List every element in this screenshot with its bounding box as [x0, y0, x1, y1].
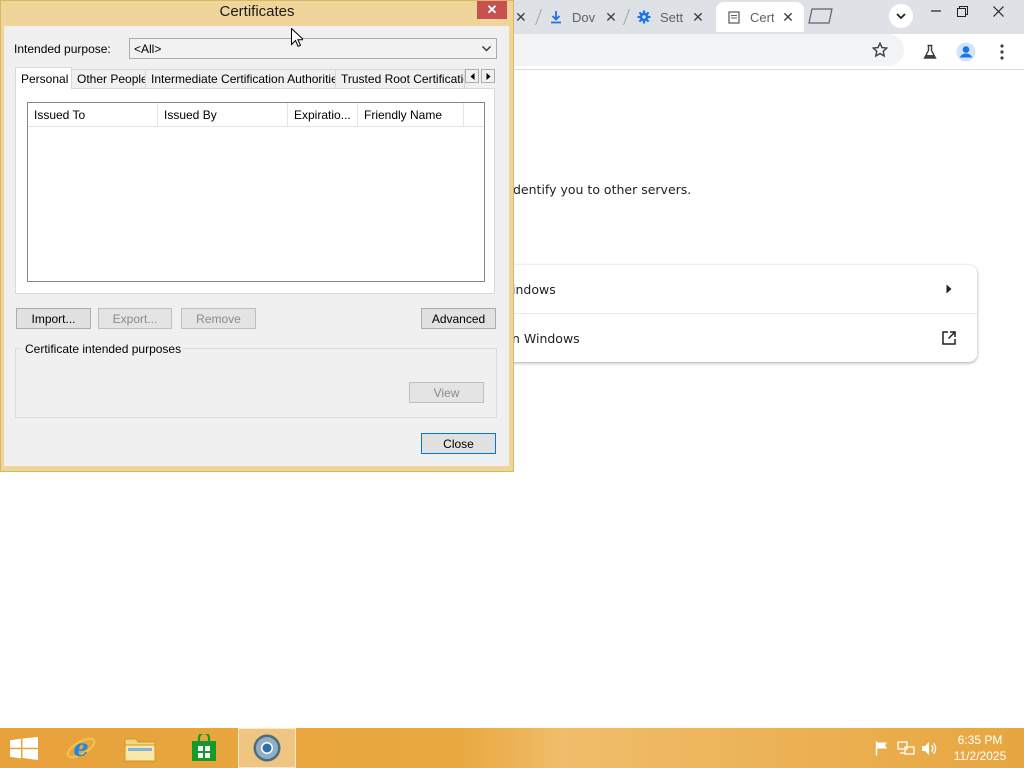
- explorer-icon: [124, 738, 156, 762]
- card-row-manage[interactable]: indows: [480, 265, 977, 313]
- tab-other-people[interactable]: Other People: [71, 69, 146, 88]
- dialog-body: Intended purpose: <All> Personal Other P…: [4, 26, 509, 466]
- taskbar-store[interactable]: [175, 728, 233, 768]
- mouse-cursor: [291, 28, 303, 47]
- tab-settings[interactable]: Sett ✕: [636, 2, 716, 32]
- tab-title: Dov: [572, 9, 596, 25]
- certificates-dialog: Certificates ✕ Intended purpose: <All> P…: [0, 0, 514, 472]
- view-button[interactable]: View: [409, 382, 484, 403]
- close-icon[interactable]: ✕: [690, 9, 706, 26]
- certificate-tabs: Personal Other People Intermediate Certi…: [15, 67, 495, 89]
- column-issued-by[interactable]: Issued By: [158, 103, 288, 127]
- start-button[interactable]: [10, 737, 38, 760]
- remove-button[interactable]: Remove: [181, 308, 256, 329]
- tab-close-icon[interactable]: ✕: [515, 9, 527, 26]
- intended-purpose-select[interactable]: <All>: [129, 38, 497, 59]
- tab-search-button[interactable]: [889, 4, 913, 28]
- new-tab-button[interactable]: [808, 8, 834, 24]
- close-icon[interactable]: ✕: [780, 9, 796, 26]
- card-row-label: n Windows: [512, 330, 580, 346]
- taskbar-file-explorer[interactable]: [111, 728, 169, 768]
- tab-title: Cert: [750, 9, 774, 25]
- chevron-right-icon: [486, 72, 490, 80]
- certificate-icon: [726, 9, 742, 25]
- advanced-button[interactable]: Advanced: [421, 308, 496, 329]
- chevron-down-icon: [896, 12, 906, 19]
- close-button[interactable]: Close: [421, 433, 496, 454]
- list-header: Issued To Issued By Expiratio... Friendl…: [28, 103, 484, 127]
- column-friendly-name[interactable]: Friendly Name: [358, 103, 464, 127]
- store-icon: [192, 734, 216, 761]
- close-icon[interactable]: ✕: [603, 9, 619, 26]
- intended-purpose-value: <All>: [134, 41, 162, 56]
- dialog-title: Certificates: [219, 3, 295, 20]
- profile-icon[interactable]: [952, 38, 980, 66]
- tab-trusted-root-ca[interactable]: Trusted Root Certification: [335, 69, 465, 88]
- taskbar-chrome[interactable]: [238, 728, 296, 768]
- star-icon[interactable]: [866, 36, 894, 64]
- network-icon[interactable]: [897, 740, 915, 756]
- chevron-right-icon: [941, 281, 957, 297]
- import-button[interactable]: Import...: [16, 308, 91, 329]
- svg-text:e: e: [73, 733, 88, 762]
- tab-scroll-left-button[interactable]: [465, 69, 479, 83]
- certificates-card: indows n Windows: [480, 265, 977, 362]
- tab-scroll-right-button[interactable]: [481, 69, 495, 83]
- export-button[interactable]: Export...: [98, 308, 172, 329]
- tab-title: Sett: [660, 9, 684, 25]
- clock-time: 6:35 PM: [957, 733, 1003, 747]
- chrome-icon: [253, 734, 281, 762]
- tab-certificates[interactable]: Cert ✕: [716, 2, 804, 32]
- column-expiration[interactable]: Expiratio...: [288, 103, 358, 127]
- dialog-close-button[interactable]: ✕: [477, 1, 507, 19]
- taskbar-clock[interactable]: 6:35 PM 11/2/2025: [948, 732, 1012, 764]
- tab-panel-personal: Issued To Issued By Expiratio... Friendl…: [15, 88, 495, 294]
- settings-description: dentify you to other servers.: [513, 182, 692, 197]
- clock-date: 11/2/2025: [953, 749, 1007, 763]
- gear-icon: [636, 9, 652, 25]
- chevron-left-icon: [470, 72, 474, 80]
- flask-icon[interactable]: [916, 38, 944, 66]
- address-bar[interactable]: [470, 34, 904, 66]
- intended-purposes-group-title: Certificate intended purposes: [23, 342, 184, 356]
- windows-logo-icon: [10, 737, 38, 760]
- certificate-list[interactable]: Issued To Issued By Expiratio... Friendl…: [27, 102, 485, 282]
- ie-icon: e: [66, 733, 96, 762]
- column-issued-to[interactable]: Issued To: [28, 103, 158, 127]
- chevron-down-icon: [480, 42, 492, 55]
- taskbar: e 6:35 PM 11/2/2025: [0, 728, 1024, 768]
- restore-button[interactable]: [944, 0, 980, 22]
- card-row-label: indows: [512, 281, 556, 297]
- taskbar-internet-explorer[interactable]: e: [52, 728, 110, 768]
- window-close-button[interactable]: [980, 0, 1016, 22]
- tab-personal[interactable]: Personal: [15, 67, 72, 89]
- menu-icon[interactable]: [988, 38, 1016, 66]
- speaker-icon[interactable]: [920, 740, 938, 756]
- card-row-windows[interactable]: n Windows: [480, 314, 977, 362]
- flag-icon[interactable]: [873, 740, 891, 756]
- tab-downloads[interactable]: Dov ✕: [548, 2, 628, 32]
- tab-intermediate-ca[interactable]: Intermediate Certification Authorities: [145, 69, 336, 88]
- intended-purpose-label: Intended purpose:: [14, 42, 111, 56]
- download-icon: [548, 9, 564, 25]
- external-link-icon: [941, 330, 957, 346]
